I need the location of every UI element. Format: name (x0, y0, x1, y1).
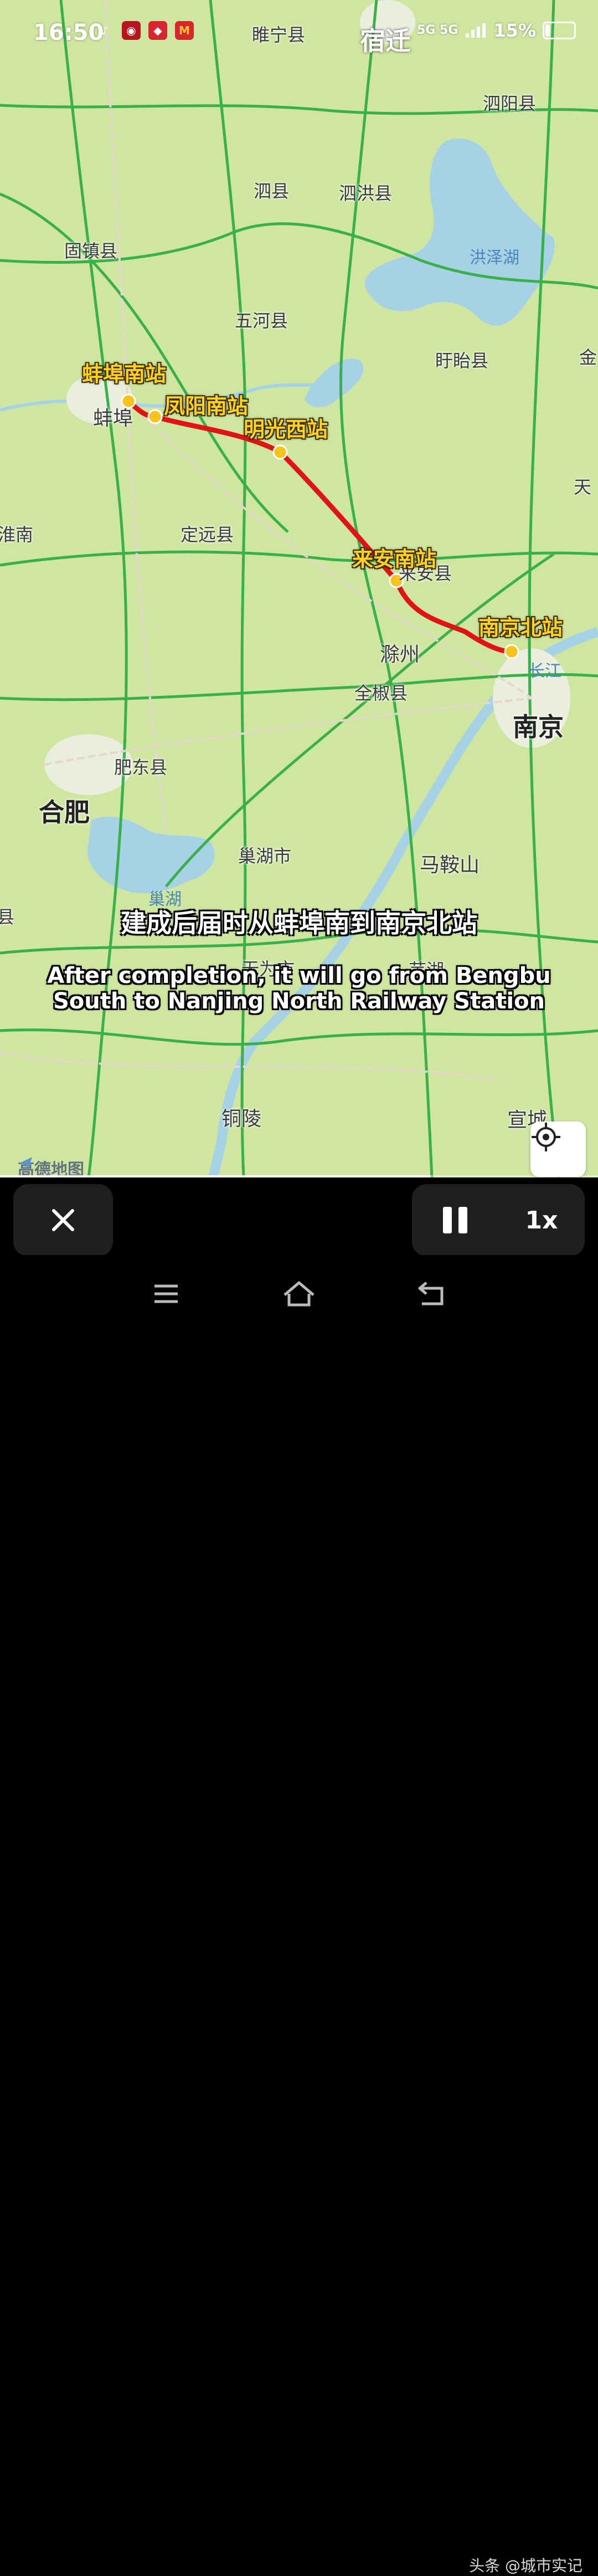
place-label-quanjiao: 全椒县 (354, 683, 408, 704)
signal-icon (466, 23, 486, 38)
station-marker-5 (504, 644, 519, 659)
home-button[interactable] (277, 1277, 321, 1310)
place-label-guzhen: 固镇县 (64, 240, 118, 262)
station-label-mingguang-west: 明光西站 (244, 417, 328, 442)
hongze-lake (364, 139, 555, 326)
system-nav-bar: 头条 @城市实记 (0, 1255, 598, 2575)
place-label-maanshan: 马鞍山 (420, 854, 480, 877)
nvshan-lake (305, 359, 364, 407)
place-label-xuyi: 盱眙县 (435, 350, 489, 371)
network-indicator: 5G 5G (417, 23, 458, 37)
bank-icon: ◉ (122, 21, 141, 40)
place-label-dingyuan: 定远县 (181, 524, 234, 545)
battery-percent: 15% (493, 20, 536, 41)
place-label-hefei: 合肥 (39, 797, 90, 827)
caption-english-line2: South to Nanjing North Railway Station (53, 989, 545, 1014)
place-label-hongzehu: 洪泽湖 (470, 248, 519, 268)
place-label-jin: 金 (579, 347, 597, 368)
battery-icon (543, 22, 576, 39)
station-marker-2 (147, 409, 163, 424)
place-label-changjiang: 长江 (528, 662, 561, 681)
mcdonalds-icon: M (175, 21, 194, 40)
shield-app-icon: ◆ (148, 21, 167, 40)
caption-chinese: 建成后届时从蚌埠南到南京北站 (121, 908, 477, 938)
back-icon (418, 1282, 444, 1305)
place-label-wuhe: 五河县 (235, 310, 288, 331)
home-icon (283, 1281, 315, 1307)
close-icon (52, 1209, 74, 1231)
station-marker-3 (272, 444, 288, 460)
status-app-icons: ♪ ◉ ◆ M (95, 21, 194, 40)
place-label-huainan: 淮南 (0, 524, 34, 545)
pause-button[interactable] (425, 1192, 486, 1248)
caption-english-line1: After completion, it will go from Bengbu (47, 963, 551, 989)
playback-controls: 1x (0, 1177, 598, 1256)
chao-lake (87, 816, 215, 894)
playback-pill: 1x (412, 1184, 585, 1256)
map-view[interactable]: 睢宁县 宿迁 泗阳县 泗县 泗洪县 洪泽湖 固镇县 五河县 盱眙县 金 蚌埠 定… (0, 0, 598, 1177)
speed-button[interactable]: 1x (511, 1206, 572, 1235)
place-label-sixian: 泗县 (254, 181, 290, 202)
place-label-feidong: 肥东县 (114, 757, 168, 778)
battery-fill (545, 24, 550, 37)
place-label-chuzhou: 滁州 (380, 643, 420, 666)
locate-icon (532, 1123, 560, 1151)
close-button[interactable] (13, 1184, 113, 1256)
place-label-siyang: 泗阳县 (483, 93, 537, 114)
place-label-nanjing: 南京 (513, 712, 564, 742)
tiktok-icon: ♪ (101, 24, 109, 37)
pause-icon (443, 1207, 467, 1233)
status-system-info: 5G 5G 15% (417, 20, 576, 41)
status-bar: 16:50 ♪ ◉ ◆ M 5G 5G 15% (0, 0, 598, 61)
place-label-bengbu: 蚌埠 (93, 407, 133, 430)
watermark: 头条 @城市实记 (469, 2557, 582, 2575)
back-button[interactable] (410, 1277, 454, 1310)
station-label-laian-south: 来安南站 (352, 547, 437, 571)
place-label-chaohu-city: 巢湖市 (238, 846, 292, 867)
station-label-bengbu-south: 蚌埠南站 (82, 362, 167, 386)
station-label-fengyang-south: 凤阳南站 (164, 394, 249, 418)
amap-logo: 高德地图 (18, 1156, 84, 1177)
station-label-nanjing-north: 南京北站 (478, 616, 563, 640)
menu-icon (154, 1284, 178, 1303)
place-label-tongling: 铜陵 (221, 1108, 262, 1130)
menu-button[interactable] (144, 1277, 188, 1310)
place-label-tian: 天 (574, 477, 592, 498)
amap-arrow-icon (19, 1157, 32, 1170)
locate-button[interactable] (530, 1121, 586, 1177)
status-time: 16:50 (33, 20, 104, 45)
place-label-sihong: 泗洪县 (339, 183, 393, 204)
